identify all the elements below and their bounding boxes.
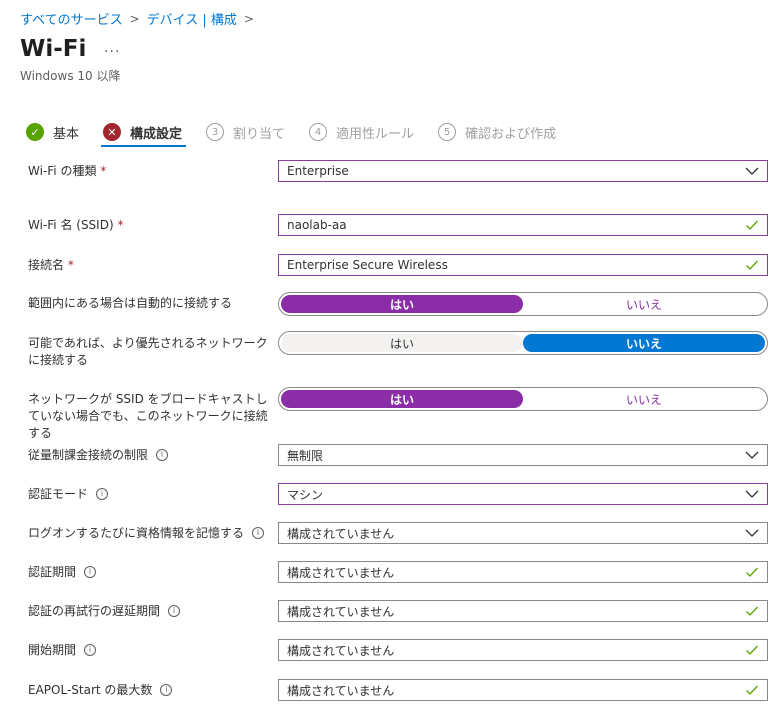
page-title: Wi-Fi bbox=[20, 36, 87, 62]
step-label: 適用性ルール bbox=[336, 126, 415, 142]
step-label: 確認および作成 bbox=[465, 126, 557, 142]
step-label: 割り当て bbox=[233, 126, 286, 142]
toggle-option-no[interactable]: いいえ bbox=[523, 295, 765, 313]
breadcrumb-link-devices[interactable]: デバイス | 構成 bbox=[147, 9, 237, 28]
step-number: 4 bbox=[309, 123, 328, 141]
field-label: Wi-Fi 名 (SSID) * bbox=[28, 218, 124, 232]
checkmark-icon bbox=[746, 220, 758, 230]
breadcrumb: すべてのサービス > デバイス | 構成 > bbox=[20, 9, 261, 29]
input-value: 構成されていません bbox=[287, 604, 395, 619]
field-label: 認証期間 i bbox=[28, 564, 273, 581]
error-icon: ✕ bbox=[103, 123, 122, 141]
input-value: 構成されていません bbox=[287, 565, 395, 580]
step-configuration-settings[interactable]: ✕ 構成設定 bbox=[101, 119, 187, 147]
toggle-option-yes[interactable]: はい bbox=[281, 295, 523, 313]
info-icon[interactable]: i bbox=[168, 604, 181, 617]
info-icon[interactable]: i bbox=[96, 487, 109, 500]
field-label: Wi-Fi の種類 * bbox=[28, 164, 107, 178]
step-label: 基本 bbox=[53, 126, 80, 142]
field-label: 従量制課金接続の制限 i bbox=[28, 447, 273, 464]
prefer-network-toggle: はい いいえ bbox=[278, 331, 768, 355]
toggle-option-no[interactable]: いいえ bbox=[523, 334, 765, 352]
step-number: 5 bbox=[438, 123, 457, 141]
toggle-option-yes[interactable]: はい bbox=[281, 390, 523, 408]
step-assignments[interactable]: 3 割り当て bbox=[206, 119, 285, 145]
chevron-right-icon: > bbox=[129, 11, 140, 26]
start-period-input[interactable]: 構成されていません bbox=[278, 639, 768, 661]
field-label: EAPOL-Start の最大数 i bbox=[28, 682, 273, 699]
input-value: naolab-aa bbox=[287, 218, 347, 232]
hidden-ssid-toggle: はい いいえ bbox=[278, 387, 768, 411]
step-review-create[interactable]: 5 確認および作成 bbox=[438, 119, 556, 145]
auto-connect-toggle: はい いいえ bbox=[278, 292, 768, 316]
checkmark-icon bbox=[746, 685, 758, 695]
chevron-down-icon bbox=[745, 167, 759, 175]
chevron-down-icon bbox=[745, 490, 759, 498]
auth-mode-dropdown[interactable]: マシン bbox=[278, 483, 768, 505]
input-value: 構成されていません bbox=[287, 683, 395, 698]
field-label: 接続名 * bbox=[28, 258, 74, 272]
field-label: 認証の再試行の遅延期間 i bbox=[28, 603, 273, 620]
field-label: 認証モード i bbox=[28, 486, 273, 503]
page-subtitle: Windows 10 以降 bbox=[20, 69, 121, 83]
info-icon[interactable]: i bbox=[252, 526, 265, 539]
chevron-right-icon: > bbox=[243, 11, 254, 26]
checkmark-icon: ✓ bbox=[26, 123, 44, 141]
chevron-down-icon bbox=[745, 451, 759, 459]
field-label: 開始期間 i bbox=[28, 642, 273, 659]
chevron-down-icon bbox=[745, 529, 759, 537]
dropdown-value: 構成されていません bbox=[287, 526, 395, 541]
metered-dropdown[interactable]: 無制限 bbox=[278, 444, 768, 466]
field-label: ログオンするたびに資格情報を記憶する i bbox=[28, 525, 273, 542]
info-icon[interactable]: i bbox=[84, 643, 97, 656]
breadcrumb-link-all-services[interactable]: すべてのサービス bbox=[20, 9, 123, 28]
dropdown-value: Enterprise bbox=[287, 164, 349, 178]
more-options-icon[interactable]: ... bbox=[104, 40, 120, 56]
toggle-option-no[interactable]: いいえ bbox=[523, 390, 765, 408]
step-number: 3 bbox=[206, 123, 225, 141]
toggle-option-yes[interactable]: はい bbox=[281, 334, 523, 352]
checkmark-icon bbox=[746, 606, 758, 616]
eapol-max-input[interactable]: 構成されていません bbox=[278, 679, 768, 701]
wifi-type-dropdown[interactable]: Enterprise bbox=[278, 160, 768, 182]
ssid-input[interactable]: naolab-aa bbox=[278, 214, 768, 236]
remember-credentials-dropdown[interactable]: 構成されていません bbox=[278, 522, 768, 544]
dropdown-value: マシン bbox=[287, 487, 324, 502]
info-icon[interactable]: i bbox=[156, 448, 169, 461]
checkmark-icon bbox=[746, 645, 758, 655]
connection-name-input[interactable]: Enterprise Secure Wireless bbox=[278, 254, 768, 276]
field-label: 範囲内にある場合は自動的に接続する bbox=[28, 296, 233, 310]
dropdown-value: 無制限 bbox=[287, 448, 324, 463]
info-icon[interactable]: i bbox=[84, 565, 97, 578]
info-icon[interactable]: i bbox=[160, 683, 173, 696]
auth-retry-input[interactable]: 構成されていません bbox=[278, 600, 768, 622]
input-value: 構成されていません bbox=[287, 643, 395, 658]
auth-period-input[interactable]: 構成されていません bbox=[278, 561, 768, 583]
step-applicability-rules[interactable]: 4 適用性ルール bbox=[309, 119, 414, 145]
step-basics[interactable]: ✓ 基本 bbox=[26, 119, 79, 145]
field-label: ネットワークが SSID をブロードキャストしていない場合でも、このネットワーク… bbox=[28, 392, 268, 440]
step-label: 構成設定 bbox=[130, 126, 183, 142]
input-value: Enterprise Secure Wireless bbox=[287, 258, 448, 272]
checkmark-icon bbox=[746, 567, 758, 577]
field-label: 可能であれば、より優先されるネットワークに接続する bbox=[28, 336, 268, 367]
checkmark-icon bbox=[746, 260, 758, 270]
wizard-steps: ✓ 基本 ✕ 構成設定 3 割り当て 4 適用性ルール 5 確認および作成 bbox=[26, 119, 556, 147]
